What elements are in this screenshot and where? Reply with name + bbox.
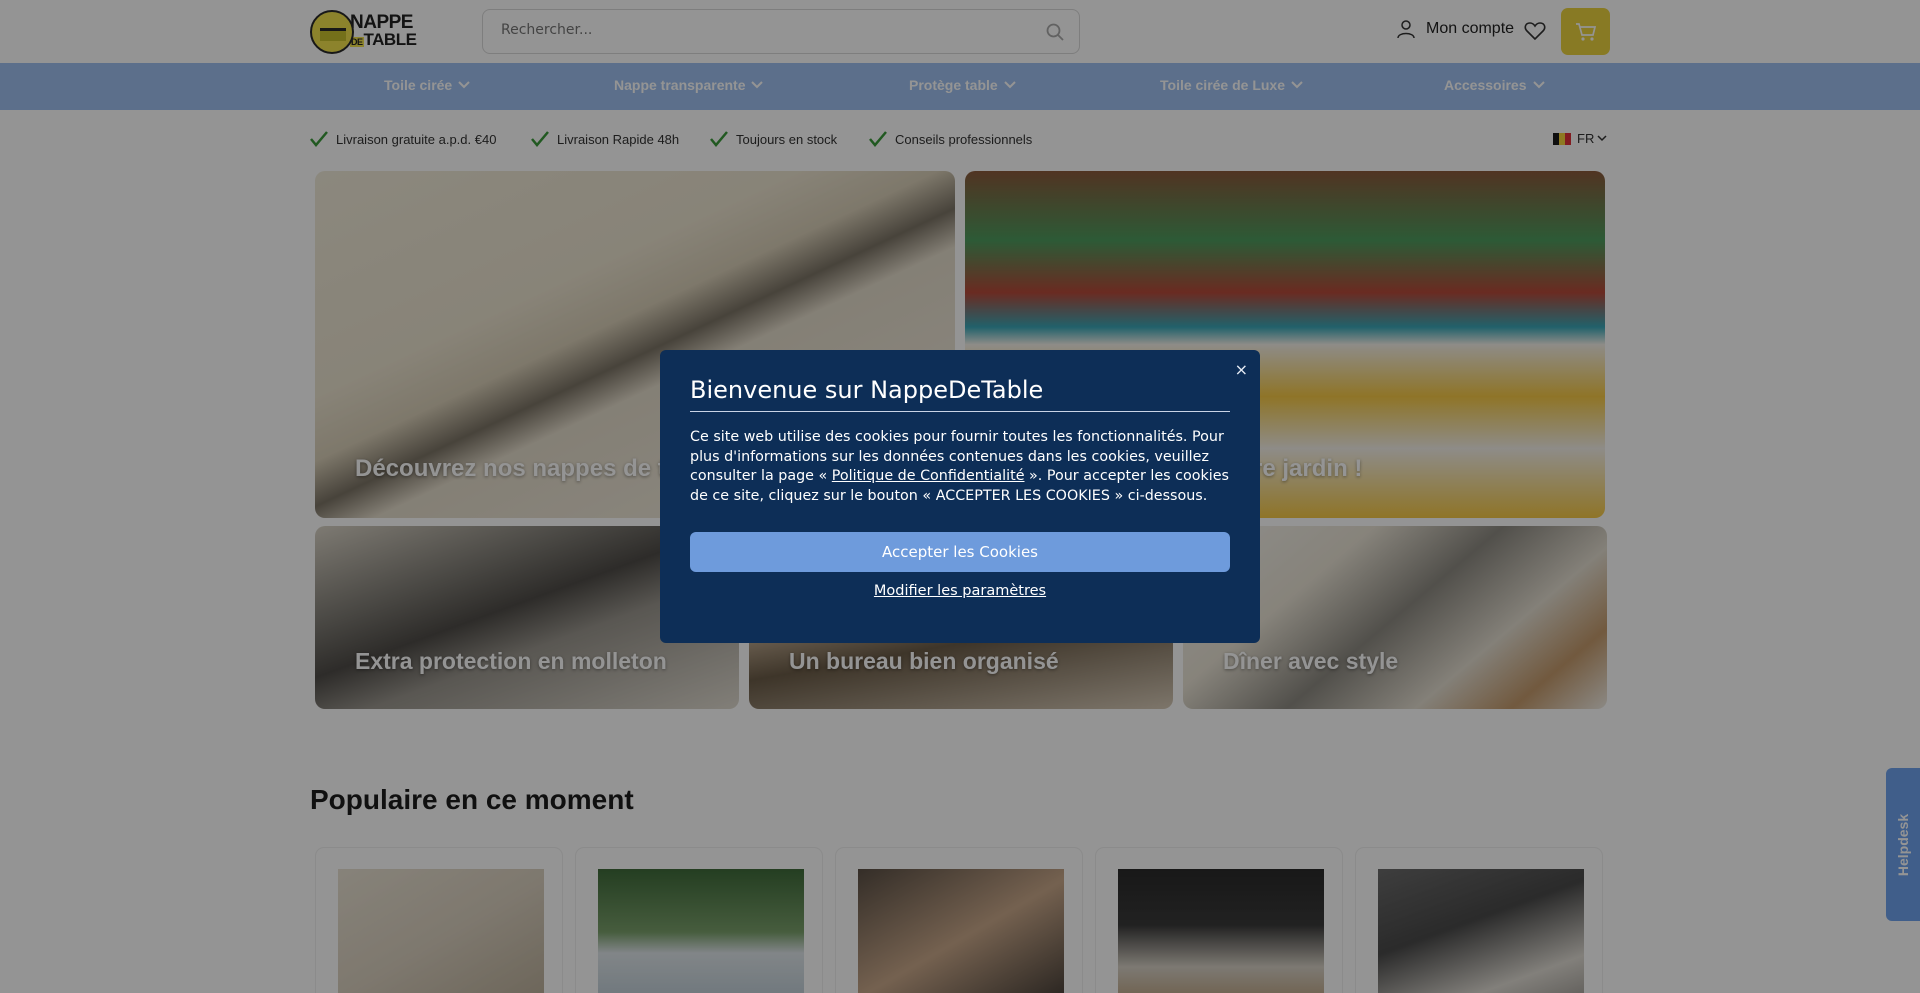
cookie-modal-title: Bienvenue sur NappeDeTable: [690, 376, 1230, 412]
modify-settings-link[interactable]: Modifier les paramètres: [660, 583, 1260, 599]
cookie-modal-text: Ce site web utilise des cookies pour fou…: [690, 428, 1235, 506]
accept-cookies-button[interactable]: Accepter les Cookies: [690, 532, 1230, 572]
privacy-policy-link[interactable]: Politique de Confidentialité: [832, 468, 1025, 484]
close-icon[interactable]: ×: [1235, 360, 1248, 379]
cookie-consent-modal: × Bienvenue sur NappeDeTable Ce site web…: [660, 350, 1260, 643]
